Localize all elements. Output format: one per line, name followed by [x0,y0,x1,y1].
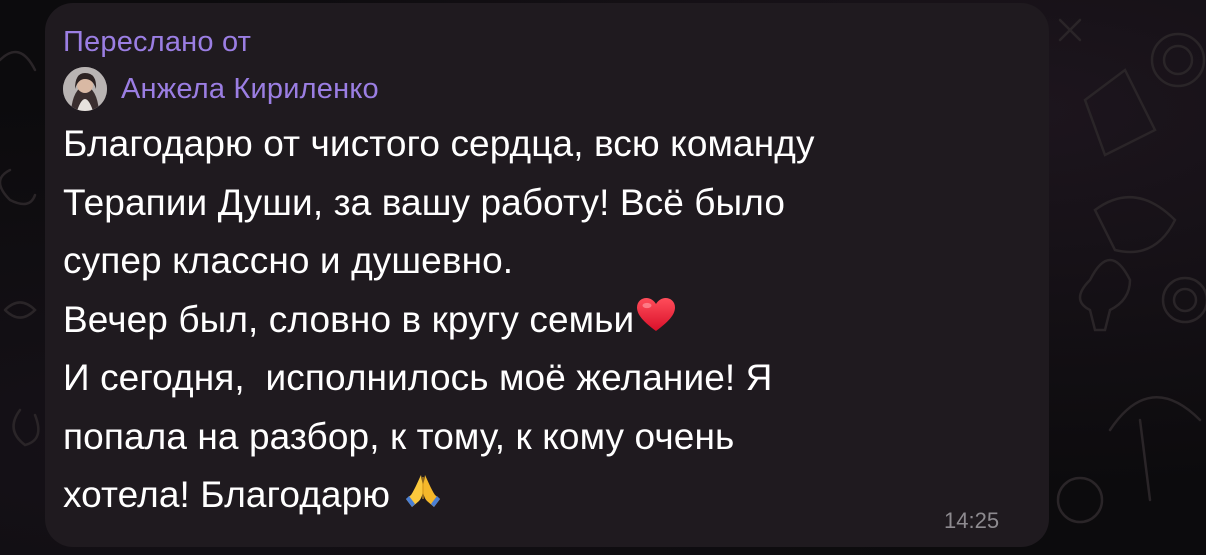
forwarded-from-label: Переслано от [63,26,252,58]
message-line: супер классно и душевно. [63,240,514,281]
message-line-text: Вечер был, словно в кругу семьи [63,298,635,340]
author-avatar[interactable] [63,67,107,111]
message-line: Терапии Души, за вашу работу! Всё было [63,181,786,223]
red-heart-icon [636,292,676,351]
message-line-with-heart: Вечер был, словно в кругу семьи [63,291,1023,350]
message-text: Благодарю от чистого сердца, всю команду… [63,115,1023,525]
folded-hands-icon [403,468,443,527]
message-line: Благодарю от чистого сердца, всю команду [63,123,815,164]
message-line: И сегодня, исполнилось моё желание! Я [63,357,773,398]
message-line: попала на разбор, к тому, к кому очень [63,415,735,457]
message-timestamp: 14:25 [944,508,1000,533]
forwarded-author[interactable]: Анжела Кириленко [63,67,379,111]
message-line-text: хотела! Благодарю [63,474,401,515]
author-name[interactable]: Анжела Кириленко [121,73,379,106]
message-line-with-hands: хотела! Благодарю [63,466,1023,525]
